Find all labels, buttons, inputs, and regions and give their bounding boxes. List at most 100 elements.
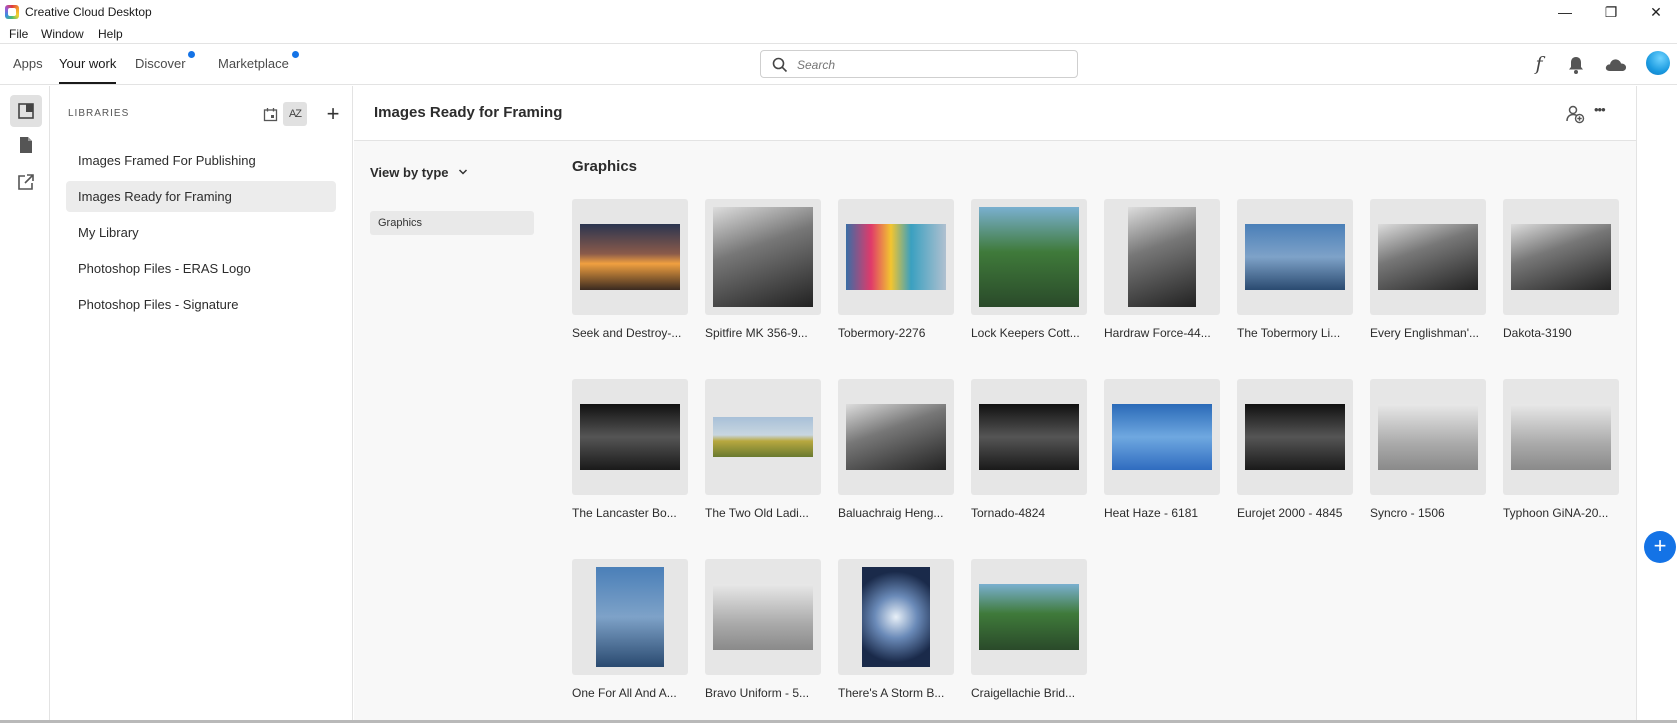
- asset-thumbnail[interactable]: [572, 559, 688, 675]
- add-asset-button[interactable]: +: [1644, 531, 1676, 563]
- asset-image: [580, 404, 680, 470]
- asset-name: The Tobermory Li...: [1237, 326, 1341, 340]
- creative-cloud-app-icon: [5, 5, 19, 19]
- asset-image: [1511, 404, 1611, 470]
- cloud-sync-icon[interactable]: [1603, 54, 1629, 76]
- asset-card[interactable]: Baluachraig Heng...: [838, 379, 954, 520]
- asset-card[interactable]: Heat Haze - 6181: [1104, 379, 1220, 520]
- files-rail-button[interactable]: [10, 129, 42, 161]
- asset-name: Dakota-3190: [1503, 326, 1572, 340]
- add-library-button[interactable]: +: [321, 102, 345, 126]
- library-item-selected[interactable]: Images Ready for Framing: [66, 181, 336, 212]
- tab-apps[interactable]: Apps: [13, 56, 43, 71]
- asset-thumbnail[interactable]: [1237, 379, 1353, 495]
- asset-image: [862, 567, 930, 667]
- asset-name: Lock Keepers Cott...: [971, 326, 1080, 340]
- asset-name: Heat Haze - 6181: [1104, 506, 1199, 520]
- more-options-button[interactable]: •••: [1594, 102, 1606, 117]
- library-item[interactable]: Images Framed For Publishing: [66, 145, 336, 176]
- asset-card[interactable]: Dakota-3190: [1503, 199, 1619, 340]
- asset-name: Typhoon GiNA-20...: [1503, 506, 1609, 520]
- asset-thumbnail[interactable]: [971, 379, 1087, 495]
- fonts-icon[interactable]: f: [1528, 54, 1550, 76]
- asset-thumbnail[interactable]: [572, 199, 688, 315]
- asset-thumbnail[interactable]: [971, 559, 1087, 675]
- asset-card[interactable]: Tobermory-2276: [838, 199, 954, 340]
- asset-card[interactable]: The Tobermory Li...: [1237, 199, 1353, 340]
- left-rail: [0, 86, 50, 723]
- asset-card[interactable]: One For All And A...: [572, 559, 688, 700]
- asset-thumbnail[interactable]: [1503, 379, 1619, 495]
- libraries-rail-button[interactable]: [10, 95, 42, 127]
- asset-name: Tobermory-2276: [838, 326, 926, 340]
- shared-rail-button[interactable]: [10, 166, 42, 198]
- asset-image: [846, 224, 946, 290]
- chevron-down-icon: [459, 169, 468, 175]
- library-item[interactable]: Photoshop Files - Signature: [66, 289, 336, 320]
- libraries-icon: [18, 103, 34, 119]
- minimize-button[interactable]: —: [1550, 2, 1580, 22]
- asset-card[interactable]: Spitfire MK 356-9...: [705, 199, 821, 340]
- type-filter-graphics[interactable]: Graphics: [370, 211, 534, 235]
- asset-thumbnail[interactable]: [1104, 379, 1220, 495]
- asset-thumbnail[interactable]: [971, 199, 1087, 315]
- asset-thumbnail[interactable]: [1237, 199, 1353, 315]
- asset-card[interactable]: Syncro - 1506: [1370, 379, 1486, 520]
- close-button[interactable]: ✕: [1641, 2, 1671, 22]
- asset-thumbnail[interactable]: [705, 199, 821, 315]
- asset-card[interactable]: Hardraw Force-44...: [1104, 199, 1220, 340]
- search-box[interactable]: [760, 50, 1078, 78]
- asset-thumbnail[interactable]: [838, 559, 954, 675]
- view-by-type-dropdown[interactable]: View by type: [370, 165, 468, 180]
- asset-card[interactable]: Eurojet 2000 - 4845: [1237, 379, 1353, 520]
- tab-marketplace[interactable]: Marketplace: [218, 56, 289, 71]
- asset-card[interactable]: There's A Storm B...: [838, 559, 954, 700]
- asset-image: [979, 207, 1079, 307]
- restore-button[interactable]: ❐: [1596, 2, 1626, 22]
- library-item[interactable]: My Library: [66, 217, 336, 248]
- top-navigation: Apps Your work Discover Marketplace f: [0, 43, 1677, 85]
- menu-file[interactable]: File: [9, 27, 28, 41]
- menu-help[interactable]: Help: [98, 27, 123, 41]
- asset-card[interactable]: Lock Keepers Cott...: [971, 199, 1087, 340]
- asset-card[interactable]: Typhoon GiNA-20...: [1503, 379, 1619, 520]
- view-by-label: View by type: [370, 165, 449, 180]
- marketplace-notification-dot: [292, 51, 299, 58]
- asset-image: [979, 584, 1079, 650]
- asset-thumbnail[interactable]: [705, 559, 821, 675]
- asset-thumbnail[interactable]: [838, 199, 954, 315]
- search-input[interactable]: [797, 56, 1067, 74]
- asset-thumbnail[interactable]: [1370, 379, 1486, 495]
- tab-discover[interactable]: Discover: [135, 56, 186, 71]
- sort-alphabetical-button[interactable]: AZ: [283, 102, 307, 126]
- asset-thumbnail[interactable]: [838, 379, 954, 495]
- asset-image: [1112, 404, 1212, 470]
- asset-card[interactable]: The Lancaster Bo...: [572, 379, 688, 520]
- libraries-panel: LIBRARIES AZ + Images Framed For Publish…: [51, 86, 353, 723]
- asset-image: [1378, 224, 1478, 290]
- asset-card[interactable]: Seek and Destroy-...: [572, 199, 688, 340]
- menu-bar: File Window Help: [0, 24, 1677, 43]
- asset-thumbnail[interactable]: [1370, 199, 1486, 315]
- filter-date-button[interactable]: [258, 102, 282, 126]
- invite-collaborator-icon[interactable]: [1565, 104, 1585, 124]
- notifications-bell-icon[interactable]: [1565, 54, 1587, 76]
- menu-window[interactable]: Window: [41, 27, 84, 41]
- user-avatar[interactable]: [1646, 51, 1670, 75]
- asset-name: Spitfire MK 356-9...: [705, 326, 808, 340]
- discover-notification-dot: [188, 51, 195, 58]
- asset-card[interactable]: Craigellachie Brid...: [971, 559, 1087, 700]
- asset-card[interactable]: Tornado-4824: [971, 379, 1087, 520]
- library-item[interactable]: Photoshop Files - ERAS Logo: [66, 253, 336, 284]
- asset-thumbnail[interactable]: [1503, 199, 1619, 315]
- asset-thumbnail[interactable]: [1104, 199, 1220, 315]
- asset-thumbnail[interactable]: [705, 379, 821, 495]
- asset-card[interactable]: Every Englishman'...: [1370, 199, 1486, 340]
- asset-card[interactable]: Bravo Uniform - 5...: [705, 559, 821, 700]
- asset-image: [580, 224, 680, 290]
- window-title: Creative Cloud Desktop: [25, 5, 152, 19]
- asset-thumbnail[interactable]: [572, 379, 688, 495]
- asset-card[interactable]: The Two Old Ladi...: [705, 379, 821, 520]
- asset-image: [846, 404, 946, 470]
- tab-your-work[interactable]: Your work: [59, 56, 117, 84]
